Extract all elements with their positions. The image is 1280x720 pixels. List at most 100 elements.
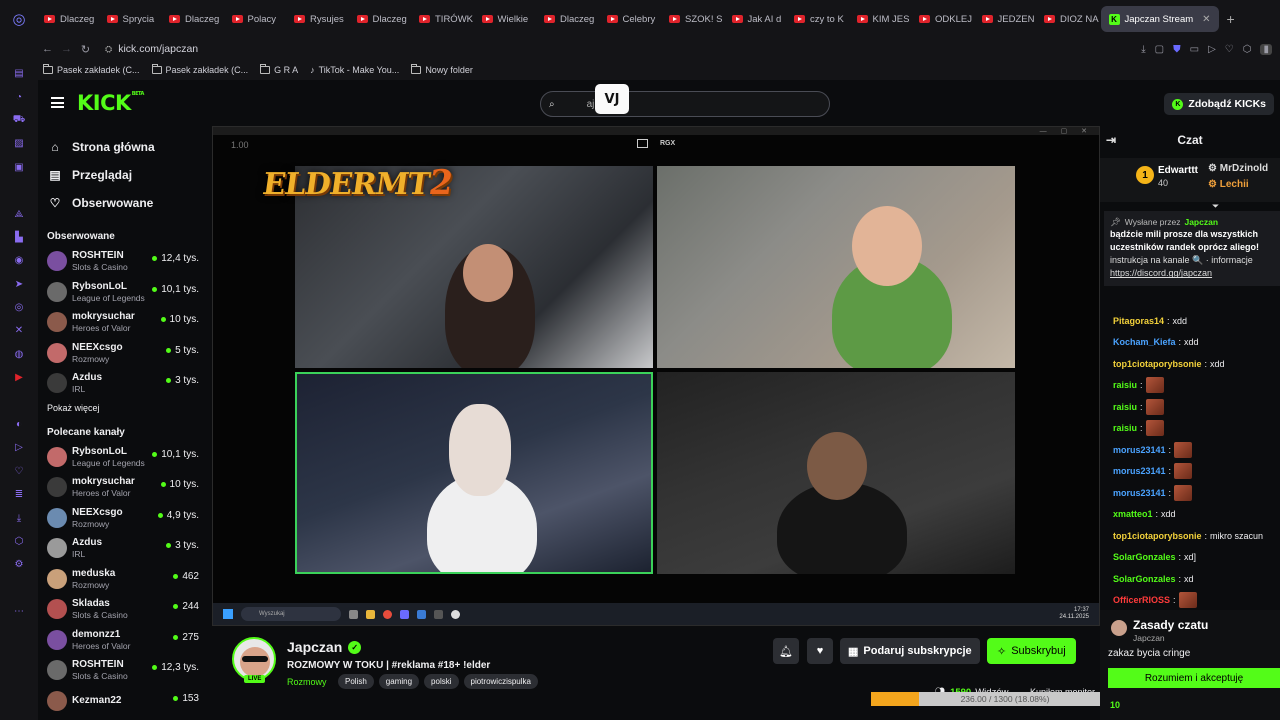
chat-username[interactable]: raisiu <box>1113 402 1137 412</box>
back-arrow-icon[interactable]: ← <box>38 43 57 55</box>
stream-tag[interactable]: piotrowiczispulka <box>463 674 538 689</box>
chat-username[interactable]: top1ciotaporybsonie <box>1113 359 1202 369</box>
channel-item[interactable]: meduska Rozmowy 462 <box>38 564 212 595</box>
browser-tab[interactable]: DIOZ NA <box>1038 6 1101 32</box>
channel-item[interactable]: NEEXcsgo Rozmowy 4,9 tys. <box>38 503 212 534</box>
chat-username[interactable]: raisiu <box>1113 380 1137 390</box>
leaderboard-top-name[interactable]: Edwarttt <box>1158 165 1198 176</box>
favorites-icon[interactable]: ♡ <box>0 460 38 483</box>
bookmark-item[interactable]: Nowy folder <box>411 64 473 75</box>
chat-username[interactable]: raisiu <box>1113 423 1137 433</box>
browser-tab[interactable]: Jak AI d <box>726 6 789 32</box>
cube-icon[interactable]: ⬡ <box>1243 44 1252 55</box>
channel-item[interactable]: mokrysuchar Heroes of Valor 10 tys. <box>38 307 212 338</box>
bookmark-item[interactable]: Pasek zakładek (C... <box>43 64 140 75</box>
browser-tab[interactable]: ODKLEJ <box>913 6 976 32</box>
browser-tab[interactable]: Rysujes <box>288 6 351 32</box>
channel-item[interactable]: ROSHTEIN Slots & Casino 12,3 tys. <box>38 655 212 686</box>
channel-item[interactable]: demonzz1 Heroes of Valor 275 <box>38 625 212 656</box>
browser-tab[interactable]: Polacy <box>226 6 289 32</box>
browser-tab[interactable]: KIM JES <box>851 6 914 32</box>
stream-tag[interactable]: gaming <box>378 674 420 689</box>
chat-username[interactable]: top1ciotaporybsonie <box>1113 531 1202 541</box>
video-player[interactable]: — ▢ ✕ 1.00 RGX ELDERMT2 Wyszukaj 17:37 24… <box>212 126 1100 626</box>
workspace-icon[interactable]: ▤ <box>0 62 38 85</box>
browser-tab[interactable]: Celebry <box>601 6 664 32</box>
channel-item[interactable]: Skladas Slots & Casino 244 <box>38 594 212 625</box>
nav-item[interactable]: ⌂ Strona główna <box>38 133 212 161</box>
image-icon[interactable]: ▨ <box>0 132 38 155</box>
leaderboard-third[interactable]: ⚙ Lechii <box>1208 179 1249 190</box>
show-more-link[interactable]: Pokaż więcej <box>38 403 212 417</box>
settings-icon[interactable]: ⚙ <box>0 553 38 576</box>
channel-item[interactable]: Azdus IRL 3 tys. <box>38 533 212 564</box>
aria-icon[interactable]: ⟁ <box>0 202 38 225</box>
browser-tab[interactable]: czy to K <box>788 6 851 32</box>
channel-item[interactable]: mokrysuchar Heroes of Valor 10 tys. <box>38 472 212 503</box>
tab-icon[interactable]: ▭ <box>1190 44 1199 55</box>
extensions-icon[interactable]: ⬡ <box>0 530 38 553</box>
heart-icon[interactable]: ♡ <box>1225 44 1234 55</box>
search-input[interactable]: ⌕ aj <box>540 91 830 117</box>
subscribe-button[interactable]: ✧ Subskrybuj <box>987 638 1076 664</box>
browser-tab[interactable]: Sprycia <box>101 6 164 32</box>
stream-tag[interactable]: polski <box>424 674 459 689</box>
media-icon[interactable]: ▣ <box>0 156 38 179</box>
twitch-icon[interactable]: ▙ <box>0 226 38 249</box>
bookmark-item[interactable]: ♪ TikTok - Make You... <box>310 65 399 75</box>
close-tab-icon[interactable]: ✕ <box>1202 14 1210 25</box>
chat-username[interactable]: OfficerRIOSS <box>1113 595 1170 605</box>
chat-username[interactable]: SolarGonzales <box>1113 552 1176 562</box>
x-icon[interactable]: ✕ <box>0 319 38 342</box>
chat-username[interactable]: Pitagoras14 <box>1113 316 1164 326</box>
shopping-icon[interactable]: ⛟ <box>0 109 38 132</box>
chat-username[interactable]: SolarGonzales <box>1113 574 1176 584</box>
collapse-chat-icon[interactable]: ⇥ <box>1106 133 1116 147</box>
browser-tab[interactable]: TIRÓWK <box>413 6 476 32</box>
send-icon[interactable]: ▷ <box>0 436 38 459</box>
channel-item[interactable]: RybsonLoL League of Legends 10,1 tys. <box>38 442 212 473</box>
chat-username[interactable]: xmatteo1 <box>1113 509 1153 519</box>
channel-item[interactable]: RybsonLoL League of Legends 10,1 tys. <box>38 277 212 308</box>
history-icon[interactable]: ◔ <box>0 85 38 108</box>
browser-tab[interactable]: Dlaczeg <box>163 6 226 32</box>
new-tab-icon[interactable]: + <box>1227 11 1235 27</box>
gift-subscription-button[interactable]: ▦ Podaruj subskrypcje <box>840 638 980 664</box>
kick-logo[interactable]: KICKBETA <box>77 91 144 115</box>
category-link[interactable]: Rozmowy <box>287 677 327 687</box>
stream-tag[interactable]: Polish <box>338 674 374 689</box>
browser-tab[interactable]: Dlaczeg <box>538 6 601 32</box>
channel-item[interactable]: Azdus IRL 3 tys. <box>38 368 212 399</box>
site-info-icon[interactable]: ⛭ <box>105 44 112 55</box>
telegram-icon[interactable]: ➤ <box>0 273 38 296</box>
discord-icon[interactable]: ◍ <box>0 343 38 366</box>
pip-icon[interactable] <box>637 139 648 148</box>
download-icon[interactable]: ⤓ <box>1141 44 1145 55</box>
play-icon[interactable]: ▷ <box>1208 44 1216 55</box>
url-field[interactable]: ⛭ kick.com/japczan <box>105 43 198 55</box>
leaderboard-second[interactable]: ⚙ MrDzinold <box>1208 163 1268 174</box>
channel-item[interactable]: ROSHTEIN Slots & Casino 12,4 tys. <box>38 246 212 277</box>
hamburger-menu-icon[interactable] <box>51 97 64 108</box>
bookmark-item[interactable]: G R A <box>260 64 298 75</box>
downloads-icon[interactable]: ⤓ <box>0 506 38 529</box>
browser-tab[interactable]: JEDZEN <box>976 6 1039 32</box>
notification-bell-button[interactable]: 🔔︎ <box>773 638 799 664</box>
screenshot-icon[interactable]: ▢ <box>1155 44 1164 55</box>
chat-icon[interactable]: ◐ <box>0 413 38 436</box>
notes-icon[interactable]: ≣ <box>0 483 38 506</box>
chat-username[interactable]: morus23141 <box>1113 445 1166 455</box>
instagram-icon[interactable]: ◎ <box>0 296 38 319</box>
accept-rules-button[interactable]: Rozumiem i akceptuję <box>1108 668 1280 688</box>
discord-link[interactable]: https://discord.gg/japczan <box>1110 267 1274 280</box>
browser-tab[interactable]: Wielkie <box>476 6 539 32</box>
chat-username[interactable]: morus23141 <box>1113 466 1166 476</box>
follow-heart-button[interactable]: ♥ <box>807 638 833 664</box>
more-icon[interactable]: ⋯ <box>0 600 38 623</box>
browser-tab-active[interactable]: K Japczan Stream ✕ <box>1100 6 1219 32</box>
menu-icon[interactable]: ▮ <box>1260 43 1272 55</box>
forward-arrow-icon[interactable]: → <box>57 43 76 55</box>
channel-item[interactable]: Kezman22 153 <box>38 686 212 717</box>
messenger-icon[interactable]: ◉ <box>0 249 38 272</box>
browser-tab[interactable]: SZOK! S <box>663 6 726 32</box>
